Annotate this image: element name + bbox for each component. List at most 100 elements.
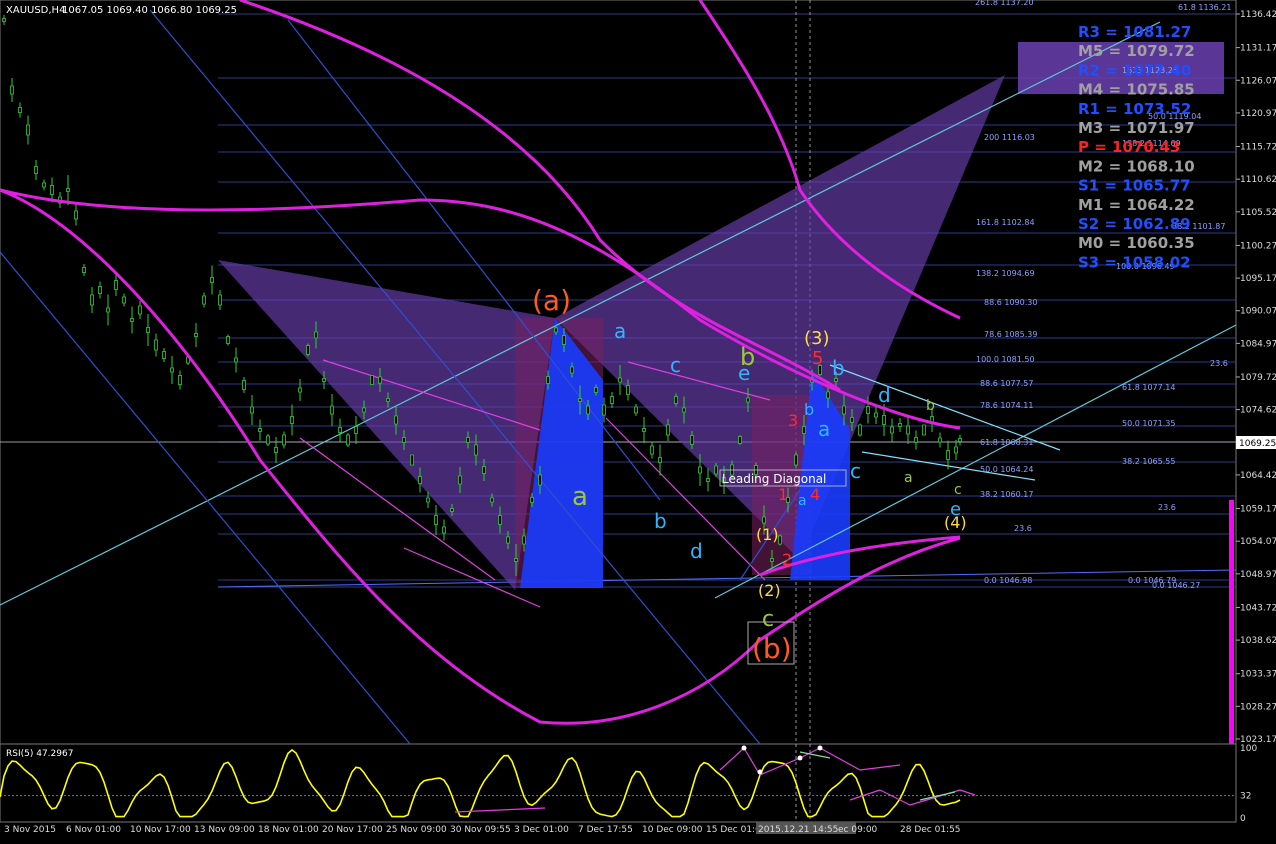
candle-body [890,426,894,434]
candle-body [122,296,126,304]
fib-label: 138.2 1094.69 [976,269,1035,278]
candle-body [498,515,502,525]
candle-body [210,277,214,283]
rsi-tick-label: 32 [1240,792,1251,802]
candle-body [418,476,422,484]
candle-body [642,428,646,432]
price-tick-label: 1054.07 [1240,537,1276,547]
candle-body [946,450,950,460]
rsi-tick-label: 0 [1240,814,1246,824]
candle-body [714,465,718,475]
candle-body [938,437,942,443]
time-tick-label: 6 Nov 01:00 [66,825,121,835]
wave-label: d [690,539,703,563]
candle-body [402,437,406,443]
candle-body [114,280,118,290]
candle-body [546,376,550,384]
pivot-level: R3 = 1081.27 [1078,23,1191,41]
time-tick-label: 10 Dec 09:00 [642,825,703,835]
pivot-level: R1 = 1073.52 [1078,100,1191,118]
candle-body [98,286,102,294]
time-tick-label: 3 Dec 01:00 [514,825,569,835]
candle-body [314,331,318,339]
candle-body [434,515,438,525]
time-tick-label: 25 Nov 09:00 [386,825,447,835]
candle-body [370,375,374,385]
price-tick-label: 1033.37 [1240,670,1276,680]
candle-body [82,267,86,273]
wave-label: c [850,459,861,483]
candle-body [442,526,446,534]
candle-body [626,385,630,395]
fib-label: 88.6 1077.57 [980,379,1033,388]
candle-body [450,508,454,512]
candle-body [658,457,662,463]
candle-body [666,424,670,436]
wave-label: 2 [782,550,792,569]
wave-label: d [878,383,891,407]
fib-label: 100.0 1081.50 [976,355,1035,364]
candle-body [138,305,142,315]
candle-body [194,333,198,337]
rsi-marker-dot [817,745,823,751]
wave-label: c [670,353,681,377]
candle-body [354,426,358,434]
price-chart[interactable]: (a) (b) a a b c d e b (3) 5 b 3 d b a c a 1 4 a c e (4) (1) 2 (2) c… [0,0,1276,840]
candle-body [506,536,510,544]
candle-body [410,454,414,466]
fib-label: 78.6 1085.39 [984,330,1037,339]
price-tick-label: 1105.52 [1240,208,1276,218]
price-tick-label: 1064.42 [1240,471,1276,481]
time-tick-label: ec 09:00 [838,825,878,835]
candle-body [634,406,638,414]
price-tick-label: 1038.62 [1240,636,1276,646]
wave-label: a [818,417,830,441]
fib-label: 61.8 1068.31 [980,438,1033,447]
candle-body [34,166,38,174]
candle-body [66,188,70,192]
fib-label: 161.8 1102.84 [976,218,1035,227]
pivot-level: P = 1070.43 [1078,138,1180,156]
candle-body [42,182,46,188]
chart-canvas: (a)(b)aabcdeb(3)5 b3dbaca1 4ace(4)(1)2(2)c… [0,0,1276,835]
candle-body [346,434,350,446]
candle-body [170,367,174,373]
candle-body [690,435,694,445]
candle-body [386,398,390,402]
price-tick-label: 1048.97 [1240,570,1276,580]
candle-body [218,294,222,306]
candle-body [466,437,470,443]
time-tick-label: 2015.12.21 14:55 [758,825,838,835]
candle-body [458,475,462,485]
wave-label: b [654,509,667,533]
candle-body [274,447,278,453]
pivot-level: M1 = 1064.22 [1078,196,1195,214]
candle-body [162,351,166,359]
wave-label: b [832,356,845,380]
fib-label: 50.0 1064.24 [980,465,1033,474]
candle-body [850,417,854,423]
candle-body [866,406,870,414]
candle-body [154,339,158,351]
time-tick-label: 3 Nov 2015 [4,825,56,835]
price-tick-label: 1126.07 [1240,76,1276,86]
candle-body [130,318,134,322]
candle-body [474,444,478,456]
wave-label: (a) [532,284,571,317]
fib-label: 78.6 1074.11 [980,401,1033,410]
price-tick-label: 1090.07 [1240,307,1276,317]
candle-body [874,412,878,418]
fib-label: 0.0 1046.27 [1152,581,1200,590]
price-tick-label: 1120.97 [1240,109,1276,119]
pivot-level: M3 = 1071.97 [1078,119,1195,137]
candle-body [682,407,686,413]
candle-body [242,380,246,390]
candle-body [958,438,962,442]
candle-body [290,416,294,424]
candle-body [906,425,910,435]
candle-body [858,424,862,436]
wave-label: (b) [752,632,792,665]
candle-body [394,415,398,425]
time-tick-label: 7 Dec 17:55 [578,825,633,835]
price-tick-label: 1115.72 [1240,143,1276,153]
